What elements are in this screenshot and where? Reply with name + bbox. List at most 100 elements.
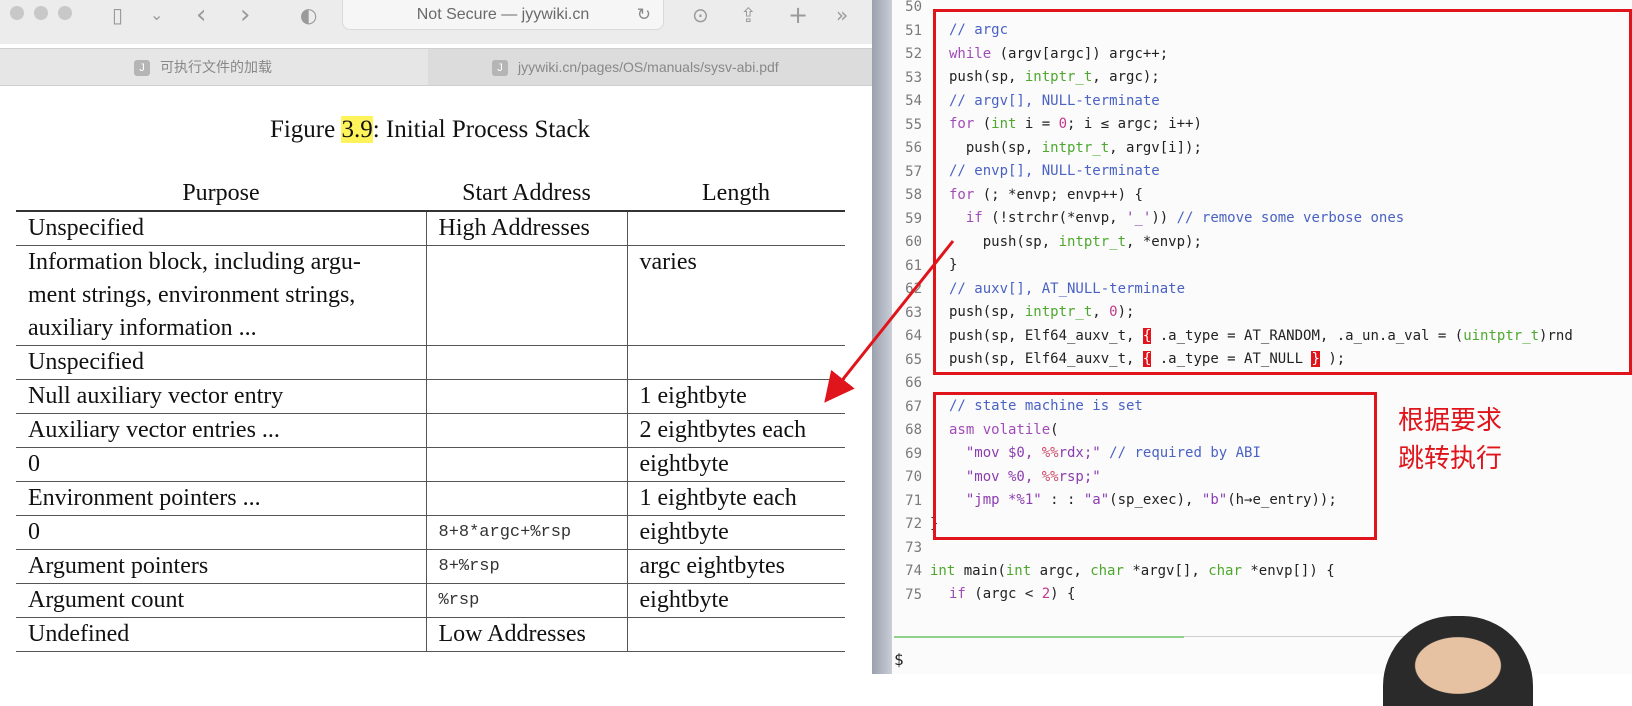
table-row: 0 8+8*argc+%rsp eightbyte <box>16 515 845 550</box>
column-header: Start Address <box>462 179 591 206</box>
line-number: 69 <box>905 445 922 462</box>
purpose-cell: Null auxiliary vector entry <box>16 379 427 414</box>
shield-icon[interactable]: ◐ <box>300 0 317 30</box>
length-cell <box>626 345 845 380</box>
browser-window: ▯ ⌄ ‹ › ◐ Not Secure — jyywiki.cn ↻ ⊙ ⇪ … <box>0 0 872 674</box>
shell-prompt[interactable]: $ <box>894 650 904 669</box>
table-row: Undefined Low Addresses <box>16 617 845 652</box>
tab-label: 可执行文件的加载 <box>160 59 272 75</box>
line-number: 64 <box>905 328 922 344</box>
purpose-cell: Auxiliary vector entries ... <box>16 413 427 448</box>
line-number: 72 <box>905 516 922 532</box>
line-number: 65 <box>905 351 922 368</box>
pdf-viewer: Figure 3.9: Initial Process Stack Purpos… <box>0 86 872 674</box>
purpose-cell: Argument pointers <box>16 549 427 584</box>
caption-number: 3.9 <box>341 116 373 143</box>
sidebar-icon[interactable]: ▯ <box>112 0 123 30</box>
purpose-cell: Unspecified <box>16 210 427 246</box>
line-number: 61 <box>905 257 922 274</box>
line-number: 68 <box>905 422 922 438</box>
forward-icon[interactable]: › <box>240 0 250 30</box>
address-cell <box>425 245 628 346</box>
code-line-74: int main(int argc, char *argv[], char *e… <box>930 562 1335 579</box>
line-number: 74 <box>905 563 922 579</box>
line-number: 60 <box>905 234 922 250</box>
purpose-cell: 0 <box>16 515 427 550</box>
purpose-cell: Argument count <box>16 583 427 618</box>
length-cell: varies <box>626 245 845 346</box>
figure-caption: Figure 3.9: Initial Process Stack <box>0 116 860 144</box>
chevron-down-icon[interactable]: ⌄ <box>150 0 163 30</box>
line-number: 57 <box>905 163 922 180</box>
address-cell: %rsp <box>425 583 628 618</box>
address-cell: 8+8*argc+%rsp <box>425 515 628 550</box>
address-bar[interactable]: Not Secure — jyywiki.cn ↻ <box>342 0 664 30</box>
length-cell: eightbyte <box>626 447 845 482</box>
highlight-box-jump <box>933 392 1377 540</box>
purpose-cell: Unspecified <box>16 345 427 380</box>
favicon-icon: J <box>134 60 150 77</box>
line-number: 66 <box>905 375 922 391</box>
code-editor[interactable]: 50 51 52 53 54 55 56 57 58 59 60 61 62 63 64 65 66 67 68 69… <box>892 0 1632 674</box>
length-cell: 2 eightbytes each <box>626 413 845 448</box>
purpose-cell: Undefined <box>16 617 427 652</box>
line-number: 54 <box>905 93 922 109</box>
annotation-line: 跳转执行 <box>1398 444 1503 474</box>
address-cell: 8+%rsp <box>425 549 628 584</box>
back-icon[interactable]: ‹ <box>196 0 206 30</box>
length-cell <box>626 210 845 246</box>
line-number: 50 <box>905 0 922 15</box>
purpose-cell: Environment pointers ... <box>16 481 427 516</box>
line-number: 73 <box>905 539 922 556</box>
column-header: Purpose <box>182 179 260 206</box>
favicon-icon: J <box>492 60 508 77</box>
table-row: Environment pointers ... 1 eightbyte eac… <box>16 481 845 516</box>
process-stack-table: Purpose Start Address Length Unspecified… <box>16 176 845 652</box>
caption-prefix: Figure <box>269 116 342 143</box>
address-cell <box>425 345 628 380</box>
length-cell <box>626 617 845 652</box>
browser-toolbar: ▯ ⌄ ‹ › ◐ Not Secure — jyywiki.cn ↻ ⊙ ⇪ … <box>0 0 872 44</box>
download-icon[interactable]: ⊙ <box>692 0 709 30</box>
line-number: 75 <box>905 586 922 603</box>
zoom-window-button[interactable] <box>58 6 72 20</box>
length-cell: argc eightbytes <box>626 549 845 584</box>
address-cell: High Addresses <box>425 210 628 246</box>
caption-suffix: : Initial Process Stack <box>372 116 591 143</box>
tab-label: jyywiki.cn/pages/OS/manuals/sysv-abi.pdf <box>518 59 779 75</box>
table-row: Argument pointers 8+%rsp argc eightbytes <box>16 549 845 584</box>
length-cell: 1 eightbyte each <box>626 481 845 516</box>
line-number: 70 <box>905 469 922 485</box>
purpose-cell: 0 <box>16 447 427 482</box>
url-text: Not Secure — jyywiki.cn <box>416 6 590 23</box>
purpose-line: Information block, including argu- <box>28 249 361 275</box>
tab-exec-loading[interactable]: J 可执行文件的加载 <box>0 49 428 85</box>
table-row: Argument count %rsp eightbyte <box>16 583 845 618</box>
table-row: 0 eightbyte <box>16 447 845 482</box>
status-divider-rest <box>1184 636 1404 637</box>
minimize-window-button[interactable] <box>34 6 48 20</box>
close-window-button[interactable] <box>10 6 24 20</box>
address-cell: Low Addresses <box>425 617 628 652</box>
line-number: 71 <box>905 492 922 509</box>
status-divider <box>894 636 1184 638</box>
address-cell <box>425 413 628 448</box>
code-line-75: if (argc < 2) { <box>949 586 1076 602</box>
annotation-line: 根据要求 <box>1398 406 1503 436</box>
purpose-line: ment strings, environment strings, <box>28 282 356 308</box>
address-cell <box>425 481 628 516</box>
table-row: Auxiliary vector entries ... 2 eightbyte… <box>16 413 845 448</box>
line-number: 53 <box>905 69 922 86</box>
share-icon[interactable]: ⇪ <box>740 0 757 30</box>
line-number: 62 <box>905 281 922 297</box>
address-cell <box>425 379 628 414</box>
line-number: 63 <box>905 304 922 321</box>
highlight-box-stack-setup <box>933 9 1632 375</box>
tab-bar: J 可执行文件的加载 Jjyywiki.cn/pages/OS/manuals/s… <box>0 48 872 86</box>
length-cell: 1 eightbyte <box>626 379 845 414</box>
reload-icon[interactable]: ↻ <box>637 0 651 30</box>
tab-sysv-abi-pdf[interactable]: Jjyywiki.cn/pages/OS/manuals/sysv-abi.pd… <box>492 49 872 85</box>
address-cell <box>425 447 628 482</box>
more-icon[interactable]: » <box>836 0 848 30</box>
new-tab-icon[interactable]: + <box>788 0 808 30</box>
